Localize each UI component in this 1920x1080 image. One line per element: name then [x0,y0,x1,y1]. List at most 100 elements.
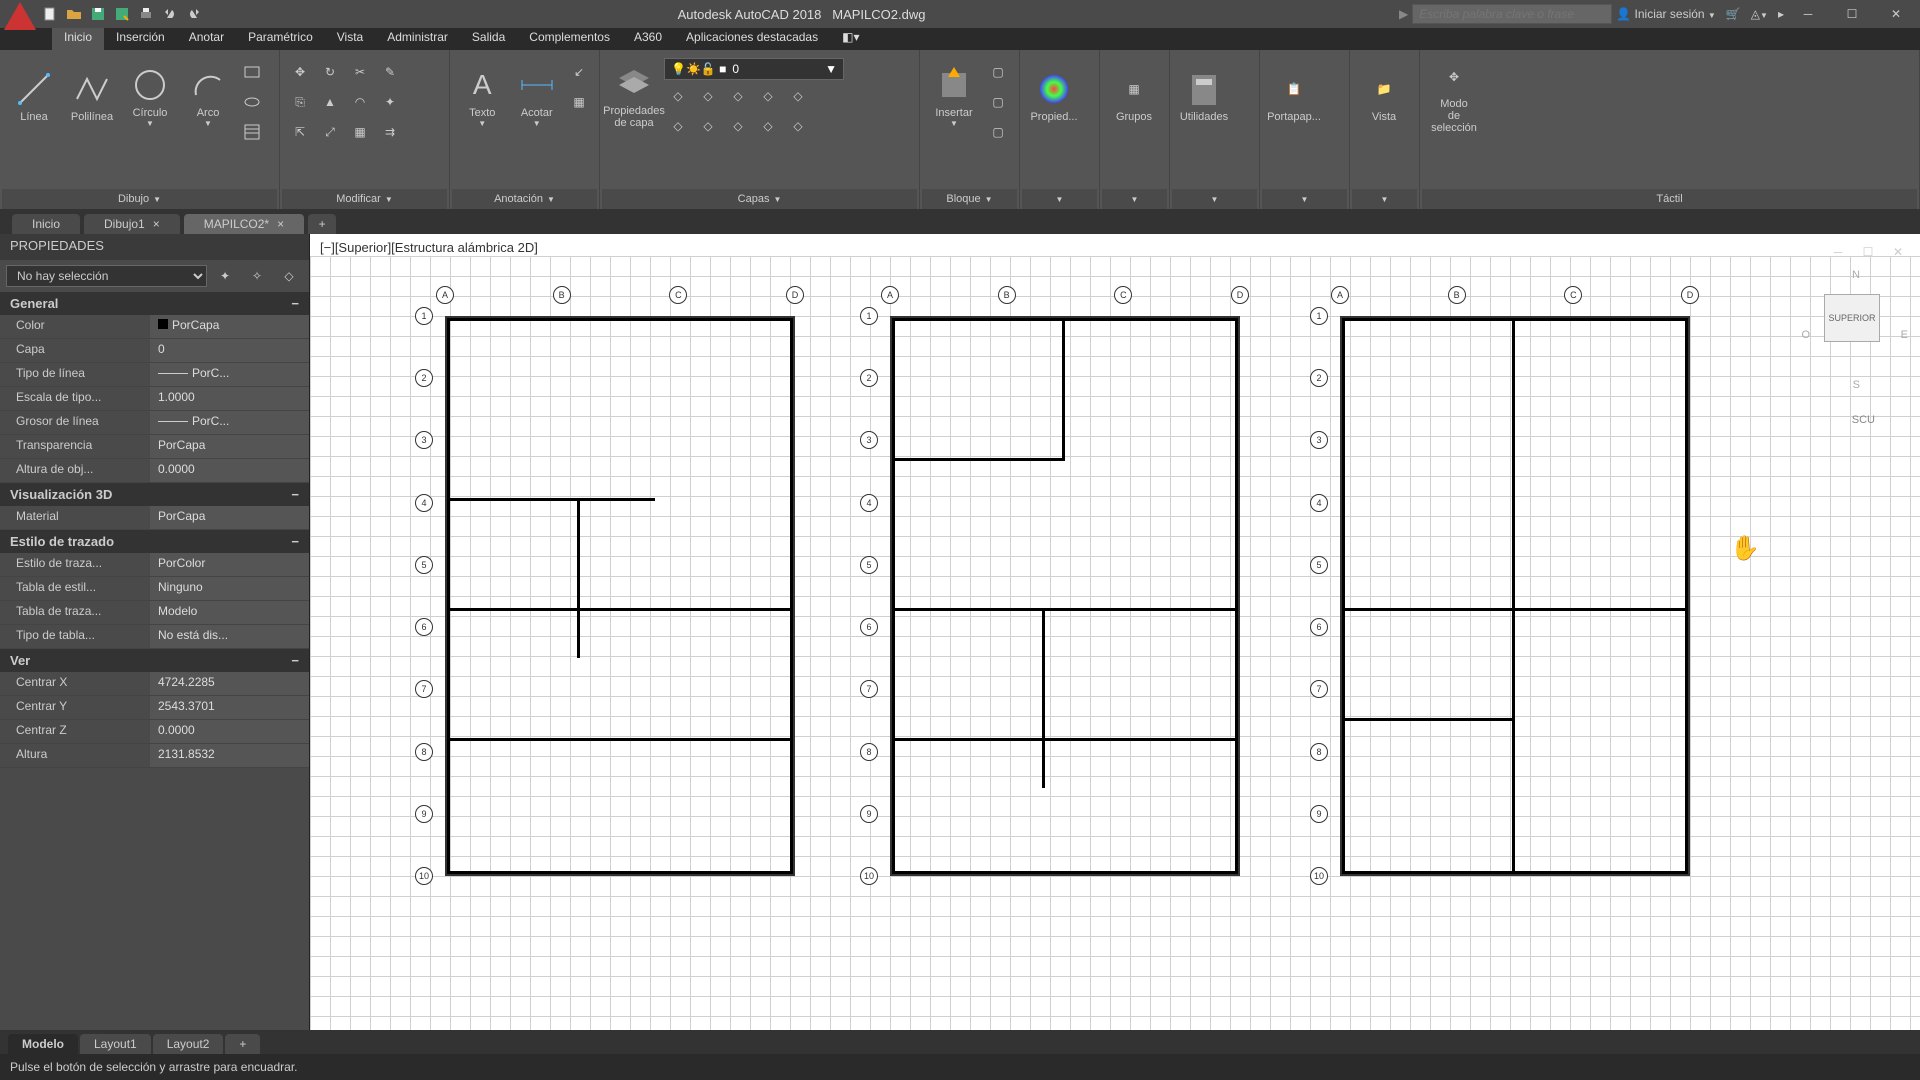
prop-section-estilo-de-trazado[interactable]: Estilo de trazado− [0,530,309,553]
layer-iso-tool[interactable]: ◇ [664,82,692,110]
copy-tool[interactable]: ⎘ [286,88,314,116]
panel-anotacion-label[interactable]: Anotación ▼ [452,189,597,209]
layer-off-tool[interactable]: ◇ [694,82,722,110]
layer-freeze-tool[interactable]: ◇ [724,82,752,110]
arc-tool[interactable]: Arco▼ [180,58,236,134]
doc-tab-dibujo1[interactable]: Dibujo1 × [84,214,180,234]
tab-complementos[interactable]: Complementos [517,28,622,50]
redo-icon[interactable] [184,4,204,24]
layer-tool-8[interactable]: ◇ [724,112,752,140]
layer-tool-7[interactable]: ◇ [694,112,722,140]
tab-anotar[interactable]: Anotar [177,28,236,50]
touch-tool[interactable]: ✥Modode selección [1426,58,1482,134]
erase-tool[interactable]: ✎ [376,58,404,86]
mirror-tool[interactable]: ▲ [316,88,344,116]
offset-tool[interactable]: ⇉ [376,118,404,146]
layer-lock-tool[interactable]: ◇ [754,82,782,110]
maximize-button[interactable]: ☐ [1832,0,1872,28]
close-icon[interactable]: × [153,217,160,231]
pick-add-icon[interactable]: ✧ [243,262,271,290]
hatch-tool[interactable] [238,118,266,146]
minimize-button[interactable]: ─ [1788,0,1828,28]
props-tool[interactable]: Propied... [1026,58,1082,134]
prop-value[interactable]: PorCapa [150,435,309,458]
stretch-tool[interactable]: ⇱ [286,118,314,146]
view-cube[interactable]: SUPERIOR [1824,294,1880,342]
toggle-pick-icon[interactable]: ◇ [275,262,303,290]
close-button[interactable]: ✕ [1876,0,1916,28]
quick-sel-icon[interactable]: ✦ [211,262,239,290]
create-block-tool[interactable]: ▢ [984,58,1012,86]
vp-close-icon[interactable]: ✕ [1884,238,1912,266]
array-tool[interactable]: ▦ [346,118,374,146]
prop-value[interactable]: 0.0000 [150,720,309,743]
layout-tab-add[interactable]: + [225,1034,260,1054]
prop-value[interactable]: PorCapa [150,506,309,529]
prop-value[interactable]: PorC... [150,411,309,434]
layer-tool-10[interactable]: ◇ [784,112,812,140]
prop-value[interactable]: 4724.2285 [150,672,309,695]
prop-value[interactable]: PorColor [150,553,309,576]
rectangle-tool[interactable] [238,58,266,86]
new-doc-button[interactable]: + [308,214,336,234]
tab-inicio[interactable]: Inicio [52,28,104,50]
selection-dropdown[interactable]: No hay selección [6,265,207,287]
insert-tool[interactable]: Insertar▼ [926,58,982,134]
vp-maximize-icon[interactable]: ☐ [1854,238,1882,266]
prop-value[interactable]: PorC... [150,363,309,386]
panel-capas-label[interactable]: Capas ▼ [602,189,917,209]
close-icon[interactable]: × [277,217,284,231]
new-icon[interactable] [40,4,60,24]
tab-featured-icon[interactable]: ◧▾ [830,28,871,50]
app-store-icon[interactable]: ◬▼ [1751,7,1768,21]
circle-tool[interactable]: Círculo▼ [122,58,178,134]
prop-section-ver[interactable]: Ver− [0,649,309,672]
tab-salida[interactable]: Salida [460,28,517,50]
prop-value[interactable]: 0 [150,339,309,362]
search-input[interactable] [1412,4,1612,24]
panel-props-label[interactable]: ▼ [1022,189,1097,209]
signin-link[interactable]: 👤 Iniciar sesión ▼ [1616,7,1716,21]
exchange-icon[interactable]: 🛒 [1726,7,1741,21]
layer-tool-9[interactable]: ◇ [754,112,782,140]
layout-tab-modelo[interactable]: Modelo [8,1034,78,1054]
prop-value[interactable]: Ninguno [150,577,309,600]
panel-modificar-label[interactable]: Modificar ▼ [282,189,447,209]
prop-value[interactable]: 0.0000 [150,459,309,482]
prop-value[interactable]: Modelo [150,601,309,624]
app-menu-icon[interactable] [4,2,36,34]
prop-value[interactable]: 1.0000 [150,387,309,410]
panel-util-label[interactable]: ▼ [1172,189,1257,209]
clipboard-tool[interactable]: 📋Portapap... [1266,58,1322,134]
tab-parametrico[interactable]: Paramétrico [236,28,325,50]
prop-section-visualización-3d[interactable]: Visualización 3D− [0,483,309,506]
groups-tool[interactable]: ▦Grupos [1106,58,1162,134]
line-tool[interactable]: Línea [6,58,62,134]
trim-tool[interactable]: ✂ [346,58,374,86]
layer-dropdown[interactable]: 💡☀️🔓 ■ 0▼ [664,58,844,80]
saveas-icon[interactable] [112,4,132,24]
prop-value[interactable]: No está dis... [150,625,309,648]
util-tool[interactable]: Utilidades [1176,58,1232,134]
fillet-tool[interactable]: ◠ [346,88,374,116]
tab-app-destacadas[interactable]: Aplicaciones destacadas [674,28,830,50]
layer-match-tool[interactable]: ◇ [784,82,812,110]
prop-value[interactable]: 2543.3701 [150,696,309,719]
layer-props-tool[interactable]: Propiedades de capa [606,58,662,134]
vp-minimize-icon[interactable]: ─ [1824,238,1852,266]
rotate-tool[interactable]: ↻ [316,58,344,86]
tab-a360[interactable]: A360 [622,28,674,50]
text-tool[interactable]: ATexto▼ [456,58,509,134]
panel-grupos-label[interactable]: ▼ [1102,189,1167,209]
dimension-tool[interactable]: Acotar▼ [511,58,564,134]
layout-tab-1[interactable]: Layout1 [80,1034,151,1054]
move-tool[interactable]: ✥ [286,58,314,86]
view-tool[interactable]: 📁Vista [1356,58,1412,134]
save-icon[interactable] [88,4,108,24]
prop-section-general[interactable]: General− [0,292,309,315]
viewport-controls[interactable]: [−][Superior][Estructura alámbrica 2D] [320,240,538,255]
tab-administrar[interactable]: Administrar [375,28,460,50]
layout-tab-2[interactable]: Layout2 [153,1034,224,1054]
print-icon[interactable] [136,4,156,24]
panel-dibujo-label[interactable]: Dibujo ▼ [2,189,277,209]
